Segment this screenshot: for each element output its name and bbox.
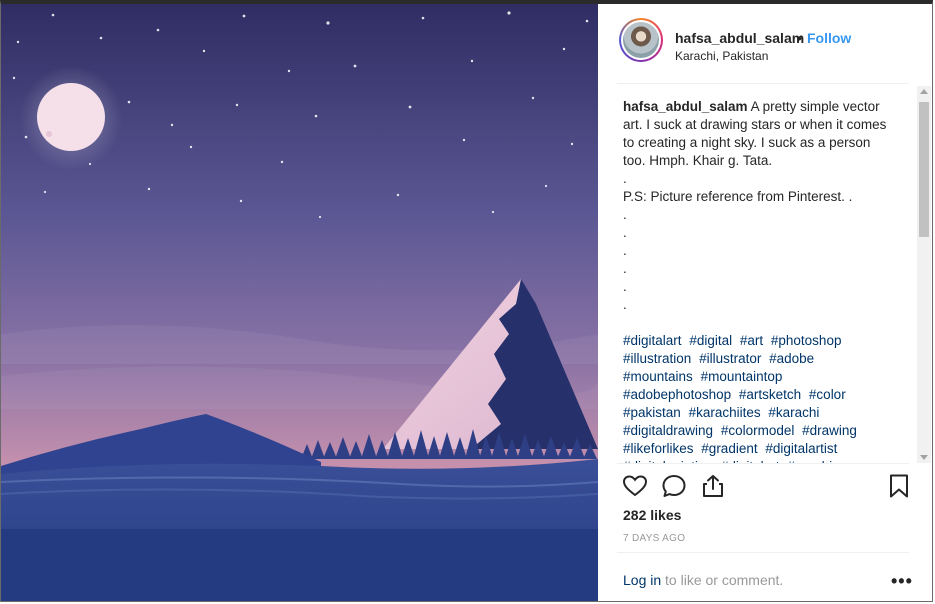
- scroll-up-arrow-icon[interactable]: [920, 89, 928, 94]
- post-timestamp[interactable]: 7 DAYS AGO: [623, 533, 685, 544]
- login-prompt-text: to like or comment.: [661, 572, 784, 588]
- hashtag-link[interactable]: #adobephotoshop: [623, 387, 731, 402]
- post-details-panel: hafsa_abdul_salam • Follow Karachi, Paki…: [599, 4, 932, 601]
- hashtag-link[interactable]: #pakistan: [623, 405, 681, 420]
- likes-count[interactable]: 282 likes: [623, 507, 681, 523]
- hashtag-link[interactable]: #illustration: [623, 351, 691, 366]
- share-icon[interactable]: [699, 472, 727, 500]
- location-link[interactable]: Karachi, Pakistan: [675, 49, 768, 63]
- hashtag-list: #digitalart #digital #art #photoshop #il…: [623, 332, 891, 463]
- more-options-icon[interactable]: •••: [891, 571, 913, 592]
- hashtag-link[interactable]: #mountaintop: [701, 369, 783, 384]
- login-divider: [617, 552, 909, 553]
- header-divider: [617, 83, 909, 84]
- caption-scroll-area[interactable]: hafsa_abdul_salam A pretty simple vector…: [599, 85, 932, 463]
- avatar[interactable]: [619, 18, 663, 62]
- heart-icon[interactable]: [621, 472, 649, 500]
- hashtag-link[interactable]: #karachi: [768, 405, 819, 420]
- hashtag-link[interactable]: #digitaldrawing: [623, 423, 713, 438]
- follow-button[interactable]: Follow: [807, 30, 851, 46]
- instagram-post-window: hafsa_abdul_salam • Follow Karachi, Paki…: [0, 0, 933, 602]
- hashtag-link[interactable]: #karachiites: [689, 405, 761, 420]
- hashtag-link[interactable]: #photoshop: [771, 333, 842, 348]
- hashtag-link[interactable]: #digitalartist: [765, 441, 837, 456]
- hashtag-link[interactable]: #artsketch: [739, 387, 801, 402]
- login-link[interactable]: Log in: [623, 572, 661, 588]
- hashtag-link[interactable]: #colormodel: [721, 423, 795, 438]
- hashtag-link[interactable]: #gradient: [701, 441, 757, 456]
- hashtag-link[interactable]: #illustrator: [699, 351, 761, 366]
- caption: hafsa_abdul_salam A pretty simple vector…: [623, 98, 891, 314]
- hashtag-link[interactable]: #adobe: [769, 351, 814, 366]
- avatar-image: [623, 22, 659, 58]
- post-header: hafsa_abdul_salam • Follow Karachi, Paki…: [599, 4, 932, 84]
- hashtag-link[interactable]: #likeforlikes: [623, 441, 694, 456]
- scroll-thumb[interactable]: [919, 102, 929, 237]
- separator-dot: •: [797, 30, 802, 46]
- night-mountain-illustration: [1, 4, 598, 601]
- scroll-down-arrow-icon[interactable]: [920, 455, 928, 460]
- caption-text: A pretty simple vector art. I suck at dr…: [623, 99, 887, 312]
- username-link[interactable]: hafsa_abdul_salam: [675, 30, 804, 46]
- comment-icon[interactable]: [660, 472, 688, 500]
- login-prompt: Log in to like or comment.: [623, 572, 783, 588]
- avatar-ring: [621, 20, 661, 60]
- caption-scrollbar[interactable]: [917, 86, 931, 463]
- hashtag-link[interactable]: #drawing: [802, 423, 857, 438]
- caption-username[interactable]: hafsa_abdul_salam: [623, 99, 748, 114]
- post-image[interactable]: [1, 4, 598, 601]
- bookmark-icon[interactable]: [885, 472, 913, 500]
- hashtag-link[interactable]: #color: [809, 387, 846, 402]
- hashtag-link[interactable]: #digitalart: [623, 333, 682, 348]
- hashtag-link[interactable]: #mountains: [623, 369, 693, 384]
- hashtag-link[interactable]: #digital: [689, 333, 732, 348]
- hashtag-link[interactable]: #art: [740, 333, 763, 348]
